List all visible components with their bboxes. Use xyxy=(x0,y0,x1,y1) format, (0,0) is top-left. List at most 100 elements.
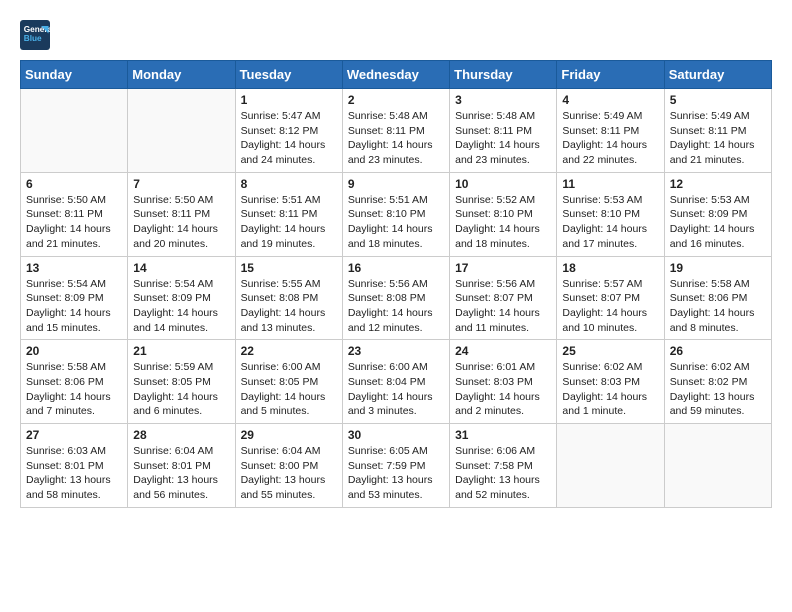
calendar-day: 12 Sunrise: 5:53 AM Sunset: 8:09 PM Dayli… xyxy=(664,172,771,256)
day-number: 27 xyxy=(26,428,122,442)
day-info: Sunrise: 5:59 AM Sunset: 8:05 PM Dayligh… xyxy=(133,360,229,419)
day-info: Sunrise: 6:02 AM Sunset: 8:02 PM Dayligh… xyxy=(670,360,766,419)
day-number: 6 xyxy=(26,177,122,191)
calendar-day: 10 Sunrise: 5:52 AM Sunset: 8:10 PM Dayli… xyxy=(450,172,557,256)
day-info: Sunrise: 5:54 AM Sunset: 8:09 PM Dayligh… xyxy=(26,277,122,336)
day-number: 29 xyxy=(241,428,337,442)
logo-icon: General Blue xyxy=(20,20,50,50)
calendar-day: 27 Sunrise: 6:03 AM Sunset: 8:01 PM Dayli… xyxy=(21,424,128,508)
day-number: 23 xyxy=(348,344,444,358)
weekday-header-saturday: Saturday xyxy=(664,61,771,89)
day-info: Sunrise: 5:54 AM Sunset: 8:09 PM Dayligh… xyxy=(133,277,229,336)
page-header: General Blue xyxy=(20,20,772,50)
day-number: 9 xyxy=(348,177,444,191)
day-number: 1 xyxy=(241,93,337,107)
day-info: Sunrise: 5:48 AM Sunset: 8:11 PM Dayligh… xyxy=(348,109,444,168)
calendar-day: 14 Sunrise: 5:54 AM Sunset: 8:09 PM Dayli… xyxy=(128,256,235,340)
day-number: 7 xyxy=(133,177,229,191)
day-info: Sunrise: 5:51 AM Sunset: 8:10 PM Dayligh… xyxy=(348,193,444,252)
day-info: Sunrise: 5:57 AM Sunset: 8:07 PM Dayligh… xyxy=(562,277,658,336)
calendar-day xyxy=(557,424,664,508)
logo: General Blue xyxy=(20,20,54,50)
calendar-day: 3 Sunrise: 5:48 AM Sunset: 8:11 PM Daylig… xyxy=(450,89,557,173)
day-number: 2 xyxy=(348,93,444,107)
day-info: Sunrise: 6:05 AM Sunset: 7:59 PM Dayligh… xyxy=(348,444,444,503)
day-info: Sunrise: 5:48 AM Sunset: 8:11 PM Dayligh… xyxy=(455,109,551,168)
day-info: Sunrise: 5:56 AM Sunset: 8:08 PM Dayligh… xyxy=(348,277,444,336)
calendar-day: 17 Sunrise: 5:56 AM Sunset: 8:07 PM Dayli… xyxy=(450,256,557,340)
calendar-week-4: 20Sunrise: 5:58 AM Sunset: 8:06 PM Dayli… xyxy=(21,340,772,424)
calendar-day: 29 Sunrise: 6:04 AM Sunset: 8:00 PM Dayli… xyxy=(235,424,342,508)
calendar-day: 15 Sunrise: 5:55 AM Sunset: 8:08 PM Dayli… xyxy=(235,256,342,340)
day-info: Sunrise: 6:02 AM Sunset: 8:03 PM Dayligh… xyxy=(562,360,658,419)
calendar-day: 4 Sunrise: 5:49 AM Sunset: 8:11 PM Daylig… xyxy=(557,89,664,173)
day-number: 26 xyxy=(670,344,766,358)
day-info: Sunrise: 5:50 AM Sunset: 8:11 PM Dayligh… xyxy=(133,193,229,252)
day-info: Sunrise: 5:50 AM Sunset: 8:11 PM Dayligh… xyxy=(26,193,122,252)
day-number: 24 xyxy=(455,344,551,358)
day-number: 28 xyxy=(133,428,229,442)
weekday-header-monday: Monday xyxy=(128,61,235,89)
calendar-day xyxy=(21,89,128,173)
day-info: Sunrise: 5:52 AM Sunset: 8:10 PM Dayligh… xyxy=(455,193,551,252)
calendar-table: SundayMondayTuesdayWednesdayThursdayFrid… xyxy=(20,60,772,508)
day-info: Sunrise: 6:00 AM Sunset: 8:04 PM Dayligh… xyxy=(348,360,444,419)
calendar-week-5: 27 Sunrise: 6:03 AM Sunset: 8:01 PM Dayli… xyxy=(21,424,772,508)
day-number: 4 xyxy=(562,93,658,107)
svg-text:Blue: Blue xyxy=(24,34,42,43)
calendar-day xyxy=(128,89,235,173)
calendar-day: 2 Sunrise: 5:48 AM Sunset: 8:11 PM Daylig… xyxy=(342,89,449,173)
weekday-header-tuesday: Tuesday xyxy=(235,61,342,89)
day-number: 17 xyxy=(455,261,551,275)
day-number: 10 xyxy=(455,177,551,191)
day-info: Sunrise: 6:01 AM Sunset: 8:03 PM Dayligh… xyxy=(455,360,551,419)
calendar-week-2: 6 Sunrise: 5:50 AM Sunset: 8:11 PM Daylig… xyxy=(21,172,772,256)
calendar-day: 20Sunrise: 5:58 AM Sunset: 8:06 PM Dayli… xyxy=(21,340,128,424)
day-info: Sunrise: 6:04 AM Sunset: 8:01 PM Dayligh… xyxy=(133,444,229,503)
day-info: Sunrise: 6:04 AM Sunset: 8:00 PM Dayligh… xyxy=(241,444,337,503)
calendar-day: 16 Sunrise: 5:56 AM Sunset: 8:08 PM Dayli… xyxy=(342,256,449,340)
day-number: 8 xyxy=(241,177,337,191)
day-number: 11 xyxy=(562,177,658,191)
calendar-day: 19 Sunrise: 5:58 AM Sunset: 8:06 PM Dayli… xyxy=(664,256,771,340)
calendar-week-3: 13 Sunrise: 5:54 AM Sunset: 8:09 PM Dayli… xyxy=(21,256,772,340)
calendar-day xyxy=(664,424,771,508)
day-info: Sunrise: 5:56 AM Sunset: 8:07 PM Dayligh… xyxy=(455,277,551,336)
day-number: 22 xyxy=(241,344,337,358)
day-info: Sunrise: 5:53 AM Sunset: 8:09 PM Dayligh… xyxy=(670,193,766,252)
calendar-day: 22 Sunrise: 6:00 AM Sunset: 8:05 PM Dayli… xyxy=(235,340,342,424)
weekday-header-sunday: Sunday xyxy=(21,61,128,89)
day-number: 25 xyxy=(562,344,658,358)
day-number: 14 xyxy=(133,261,229,275)
calendar-day: 7 Sunrise: 5:50 AM Sunset: 8:11 PM Daylig… xyxy=(128,172,235,256)
day-info: Sunrise: 5:58 AM Sunset: 8:06 PM Dayligh… xyxy=(670,277,766,336)
calendar-day: 28 Sunrise: 6:04 AM Sunset: 8:01 PM Dayli… xyxy=(128,424,235,508)
calendar-day: 18 Sunrise: 5:57 AM Sunset: 8:07 PM Dayli… xyxy=(557,256,664,340)
calendar-week-1: 1 Sunrise: 5:47 AM Sunset: 8:12 PM Daylig… xyxy=(21,89,772,173)
day-info: Sunrise: 5:58 AM Sunset: 8:06 PM Dayligh… xyxy=(26,360,122,419)
day-info: Sunrise: 6:06 AM Sunset: 7:58 PM Dayligh… xyxy=(455,444,551,503)
day-number: 15 xyxy=(241,261,337,275)
calendar-day: 5Sunrise: 5:49 AM Sunset: 8:11 PM Daylig… xyxy=(664,89,771,173)
day-number: 12 xyxy=(670,177,766,191)
calendar-day: 9 Sunrise: 5:51 AM Sunset: 8:10 PM Daylig… xyxy=(342,172,449,256)
weekday-header-wednesday: Wednesday xyxy=(342,61,449,89)
day-number: 5 xyxy=(670,93,766,107)
calendar-day: 26 Sunrise: 6:02 AM Sunset: 8:02 PM Dayli… xyxy=(664,340,771,424)
calendar-day: 8Sunrise: 5:51 AM Sunset: 8:11 PM Daylig… xyxy=(235,172,342,256)
day-info: Sunrise: 6:00 AM Sunset: 8:05 PM Dayligh… xyxy=(241,360,337,419)
day-info: Sunrise: 6:03 AM Sunset: 8:01 PM Dayligh… xyxy=(26,444,122,503)
day-number: 3 xyxy=(455,93,551,107)
day-info: Sunrise: 5:55 AM Sunset: 8:08 PM Dayligh… xyxy=(241,277,337,336)
day-info: Sunrise: 5:47 AM Sunset: 8:12 PM Dayligh… xyxy=(241,109,337,168)
day-info: Sunrise: 5:53 AM Sunset: 8:10 PM Dayligh… xyxy=(562,193,658,252)
day-info: Sunrise: 5:49 AM Sunset: 8:11 PM Dayligh… xyxy=(562,109,658,168)
day-number: 21 xyxy=(133,344,229,358)
day-number: 16 xyxy=(348,261,444,275)
calendar-day: 11 Sunrise: 5:53 AM Sunset: 8:10 PM Dayli… xyxy=(557,172,664,256)
day-number: 13 xyxy=(26,261,122,275)
weekday-header-friday: Friday xyxy=(557,61,664,89)
calendar-day: 1 Sunrise: 5:47 AM Sunset: 8:12 PM Daylig… xyxy=(235,89,342,173)
day-number: 19 xyxy=(670,261,766,275)
day-number: 18 xyxy=(562,261,658,275)
